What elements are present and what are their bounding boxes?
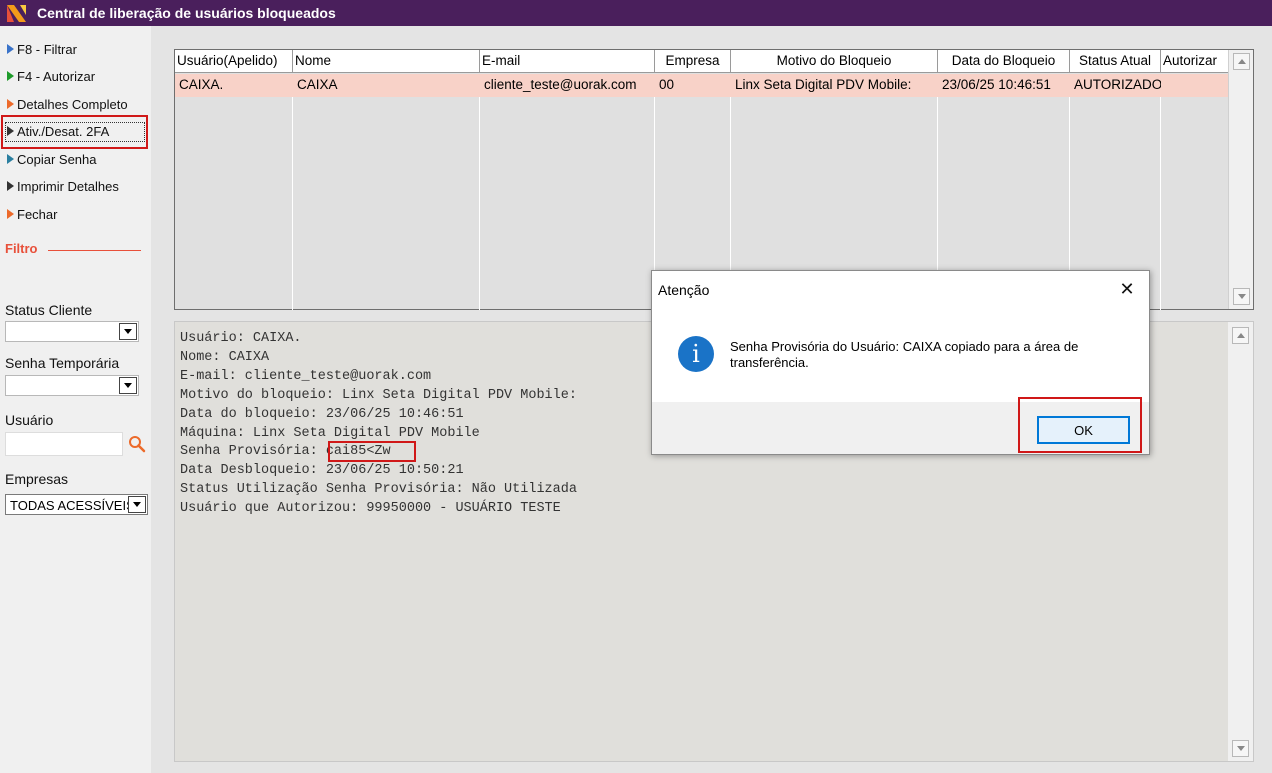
chevron-down-icon[interactable] <box>128 496 146 513</box>
status-cliente-label: Status Cliente <box>5 302 93 318</box>
senha-temporaria-select[interactable] <box>5 375 139 396</box>
detalhes-completo-button[interactable]: Detalhes Completo <box>7 95 128 113</box>
fechar-button[interactable]: Fechar <box>7 205 57 223</box>
filtro-heading: Filtro <box>5 241 38 256</box>
chevron-down-icon[interactable] <box>119 377 137 394</box>
scroll-down-icon[interactable] <box>1232 740 1249 757</box>
cell-nome: CAIXA <box>297 77 338 92</box>
filtrar-button[interactable]: F8 - Filtrar <box>7 40 77 58</box>
menu-label: Imprimir Detalhes <box>17 178 119 194</box>
table-row[interactable]: CAIXA. CAIXA cliente_teste@uorak.com 00 … <box>175 74 1229 97</box>
scroll-down-icon[interactable] <box>1233 288 1250 305</box>
triangle-right-icon <box>7 154 14 164</box>
column-header[interactable]: Status Atual <box>1070 50 1161 73</box>
menu-label: Detalhes Completo <box>17 96 128 112</box>
detail-line: Data Desbloqueio: 23/06/25 10:50:21 <box>180 463 464 479</box>
detail-line: Status Utilização Senha Provisória: Não … <box>180 482 577 498</box>
triangle-right-icon <box>7 44 14 54</box>
triangle-right-icon <box>7 99 14 109</box>
focus-rect <box>5 122 145 142</box>
detail-line: Data do bloqueio: 23/06/25 10:46:51 <box>180 406 464 422</box>
detail-line: Usuário que Autorizou: 99950000 - USUÁRI… <box>180 501 561 517</box>
detail-line: Motivo do bloqueio: Linx Seta Digital PD… <box>180 387 577 403</box>
cell-data-bloqueio: 23/06/25 10:46:51 <box>942 77 1051 92</box>
detail-line: E-mail: cliente_teste@uorak.com <box>180 368 432 384</box>
copiar-senha-button[interactable]: Copiar Senha <box>7 150 97 168</box>
column-header[interactable]: Empresa <box>655 50 731 73</box>
status-cliente-select[interactable] <box>5 321 139 342</box>
column-header[interactable]: Nome <box>293 50 480 73</box>
column-header[interactable]: Data do Bloqueio <box>938 50 1070 73</box>
dialog-message: Senha Provisória do Usuário: CAIXA copia… <box>730 339 1079 370</box>
detail-line: Nome: CAIXA <box>180 349 270 365</box>
triangle-right-icon <box>7 209 14 219</box>
close-icon[interactable]: ✕ <box>1113 277 1141 301</box>
senha-temporaria-label: Senha Temporária <box>5 355 120 371</box>
cell-empresa: 00 <box>659 77 675 92</box>
search-icon[interactable] <box>127 434 147 454</box>
empresas-label: Empresas <box>5 471 69 487</box>
senha-provisoria-highlight <box>328 441 416 462</box>
autorizar-button[interactable]: F4 - Autorizar <box>7 67 95 85</box>
menu-label: Fechar <box>17 206 58 222</box>
cell-email: cliente_teste@uorak.com <box>484 77 637 92</box>
scroll-up-icon[interactable] <box>1233 53 1250 70</box>
grid-scrollbar[interactable] <box>1228 50 1253 309</box>
menu-label: F8 - Filtrar <box>17 41 77 57</box>
grid-header: Usuário(Apelido) Nome E-mail Empresa Mot… <box>175 50 1229 73</box>
cell-status: AUTORIZADO <box>1074 77 1161 92</box>
combo-value: TODAS ACESSÍVEIS <box>10 498 128 513</box>
cell-usuario: CAIXA. <box>179 77 224 92</box>
chevron-down-icon[interactable] <box>119 323 137 340</box>
imprimir-detalhes-button[interactable]: Imprimir Detalhes <box>7 177 119 195</box>
triangle-right-icon <box>7 71 14 81</box>
window-title: Central de liberação de usuários bloquea… <box>37 5 336 21</box>
ok-button[interactable]: OK <box>1037 416 1130 444</box>
dialog-title: Atenção <box>658 282 710 298</box>
column-header[interactable]: Motivo do Bloqueio <box>731 50 938 73</box>
app-logo-icon <box>6 2 28 24</box>
menu-label: Copiar Senha <box>17 151 97 167</box>
cell-autorizar[interactable] <box>1161 74 1229 97</box>
detail-line: Usuário: CAIXA. <box>180 331 302 346</box>
details-scrollbar[interactable] <box>1228 322 1253 761</box>
column-header[interactable]: Autorizar <box>1161 50 1229 73</box>
title-bar: Central de liberação de usuários bloquea… <box>0 0 1272 26</box>
usuario-input[interactable] <box>5 432 123 456</box>
usuario-label: Usuário <box>5 412 54 428</box>
triangle-right-icon <box>7 181 14 191</box>
info-icon: i <box>678 336 714 372</box>
scroll-up-icon[interactable] <box>1232 327 1249 344</box>
filtro-divider <box>48 250 141 251</box>
menu-label: F4 - Autorizar <box>17 68 96 84</box>
details-text: Usuário: CAIXA. Nome: CAIXA E-mail: client… <box>180 330 577 519</box>
cell-motivo: Linx Seta Digital PDV Mobile: <box>735 77 912 92</box>
attention-dialog: Atenção ✕ i Senha Provisória do Usuário:… <box>651 270 1150 455</box>
empresas-select[interactable]: TODAS ACESSÍVEIS <box>5 494 148 515</box>
column-header[interactable]: Usuário(Apelido) <box>175 50 293 73</box>
column-header[interactable]: E-mail <box>480 50 655 73</box>
